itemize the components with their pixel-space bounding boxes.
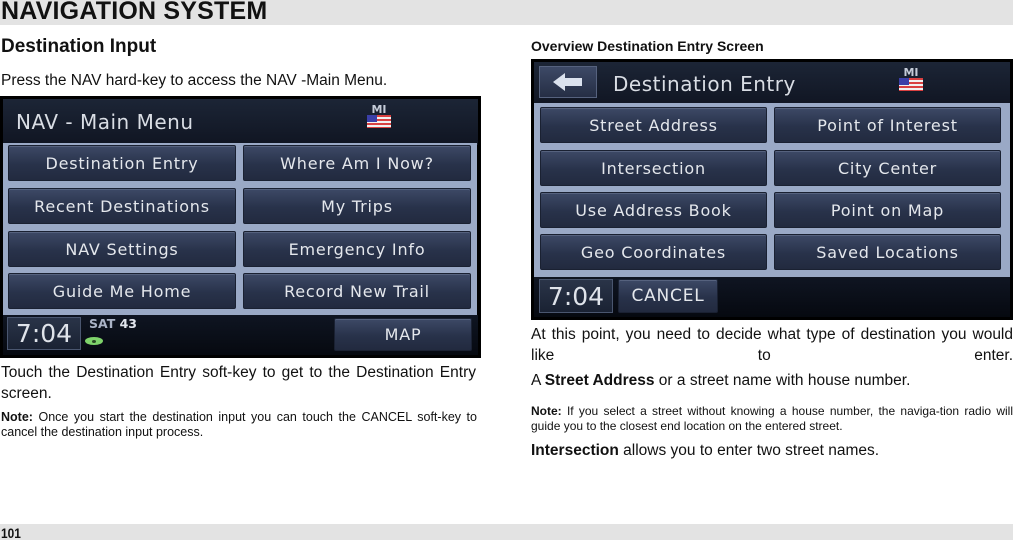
destination-type-grid: Street Address Point of Interest Interse… xyxy=(534,103,1010,277)
intersection-suffix: allows you to enter two street names. xyxy=(618,442,880,459)
recent-destinations-button[interactable]: Recent Destinations xyxy=(8,188,236,224)
nav-main-menu-screenshot: NAV - Main Menu MI Destination Entry Whe… xyxy=(0,96,481,358)
my-trips-button[interactable]: My Trips xyxy=(243,188,471,224)
point-on-map-button[interactable]: Point on Map xyxy=(774,192,1001,228)
satellite-count: SAT 43 xyxy=(89,316,137,331)
street-note: Note: If you select a street without kno… xyxy=(531,404,1013,434)
page-number: 101 xyxy=(1,525,21,540)
city-center-button[interactable]: City Center xyxy=(774,150,1001,186)
street-address-term: Street Address xyxy=(544,372,655,389)
cancel-note: Note: Once you start the destination inp… xyxy=(1,410,477,440)
point-of-interest-button[interactable]: Point of Interest xyxy=(774,107,1001,143)
us-flag-icon xyxy=(899,78,923,91)
destination-entry-instruction: Touch the Destination Entry soft-key to … xyxy=(1,362,476,404)
record-new-trail-button[interactable]: Record New Trail xyxy=(243,273,471,309)
region-indicator: MI xyxy=(898,67,924,96)
back-arrow-icon xyxy=(553,73,582,91)
region-code: MI xyxy=(903,66,919,79)
note-text: Once you start the destination input you… xyxy=(1,410,477,439)
emergency-info-button[interactable]: Emergency Info xyxy=(243,231,471,267)
intro-text: Press the NAV hard-key to access the NAV… xyxy=(1,72,388,89)
instruction-text: Touch the Destination Entry soft-key to … xyxy=(1,364,476,402)
destination-entry-button[interactable]: Destination Entry xyxy=(8,145,236,181)
us-flag-icon xyxy=(367,115,391,128)
gps-signal-icon xyxy=(85,337,103,345)
section-header: NAVIGATION SYSTEM xyxy=(0,0,1013,25)
note-label: Note: xyxy=(1,410,33,424)
screen-title: Destination Entry xyxy=(613,72,796,96)
street-address-button[interactable]: Street Address xyxy=(540,107,767,143)
street-prefix: A xyxy=(531,372,545,389)
screen-title: NAV - Main Menu xyxy=(16,110,194,134)
prompt-text: At this point, you need to decide what t… xyxy=(531,326,1013,364)
clock-display: 7:04 xyxy=(539,279,613,313)
saved-locations-button[interactable]: Saved Locations xyxy=(774,234,1001,270)
intersection-button[interactable]: Intersection xyxy=(540,150,767,186)
menu-button-grid: Destination Entry Where Am I Now? Recent… xyxy=(3,143,477,315)
map-button[interactable]: MAP xyxy=(334,318,472,351)
note-label: Note: xyxy=(531,404,562,418)
sat-label: SAT xyxy=(89,316,116,331)
back-button[interactable] xyxy=(539,66,597,98)
intersection-description: Intersection allows you to enter two str… xyxy=(531,440,1013,461)
guide-me-home-button[interactable]: Guide Me Home xyxy=(8,273,236,309)
use-address-book-button[interactable]: Use Address Book xyxy=(540,192,767,228)
intersection-term: Intersection xyxy=(531,442,619,459)
region-indicator: MI xyxy=(366,104,392,133)
destination-type-prompt: At this point, you need to decide what t… xyxy=(531,324,1013,366)
street-suffix: or a street name with house number. xyxy=(654,372,911,389)
destination-input-heading: Destination Input xyxy=(1,36,157,57)
note-text: If you select a street without knowing a… xyxy=(531,404,1013,433)
where-am-i-now-button[interactable]: Where Am I Now? xyxy=(243,145,471,181)
page-footer: 101 xyxy=(0,524,1013,540)
section-title: NAVIGATION SYSTEM xyxy=(1,0,268,25)
destination-entry-screenshot: Destination Entry MI Street Address Poin… xyxy=(531,59,1013,320)
overview-heading: Overview Destination Entry Screen xyxy=(531,38,764,54)
region-code: MI xyxy=(371,103,387,116)
street-address-description: A Street Address or a street name with h… xyxy=(531,370,1013,391)
sat-value: 43 xyxy=(119,316,137,331)
geo-coordinates-button[interactable]: Geo Coordinates xyxy=(540,234,767,270)
cancel-button[interactable]: CANCEL xyxy=(618,279,718,313)
clock-display: 7:04 xyxy=(7,317,81,350)
nav-settings-button[interactable]: NAV Settings xyxy=(8,231,236,267)
